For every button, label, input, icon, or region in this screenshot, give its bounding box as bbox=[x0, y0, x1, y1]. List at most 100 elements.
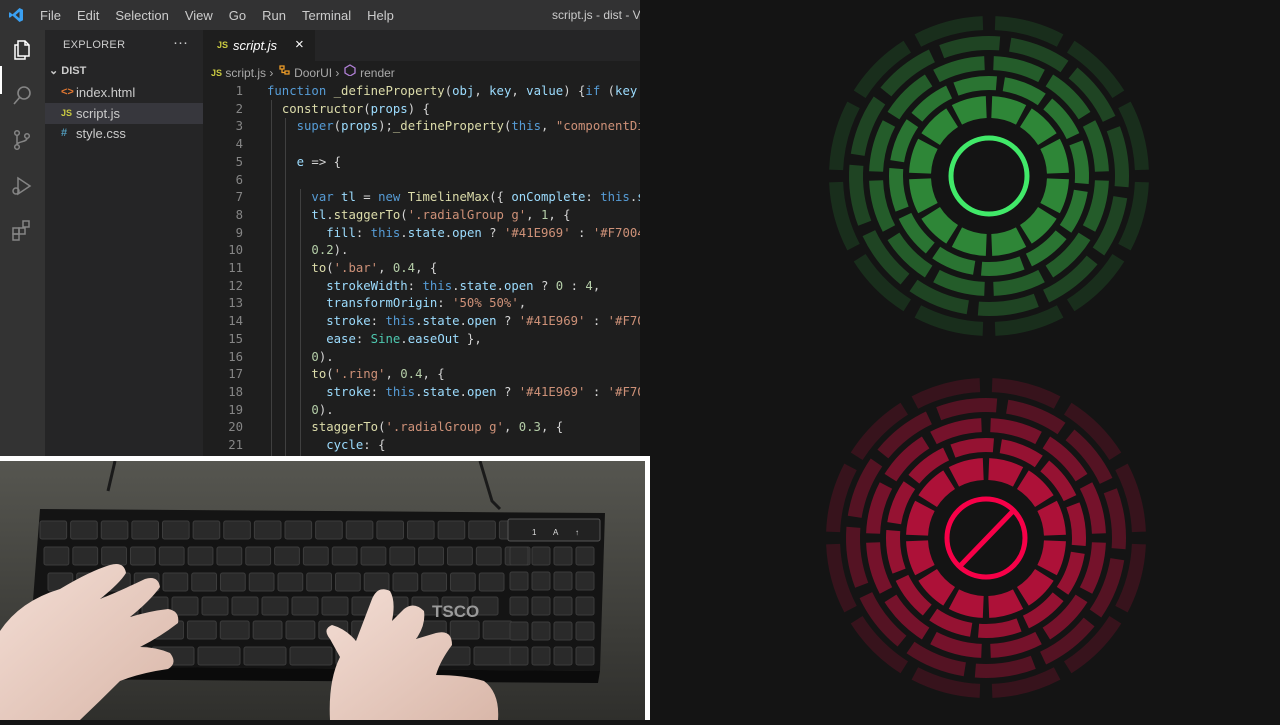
editor-area: JS script.js × JS script.js › DoorUI › r… bbox=[203, 30, 640, 456]
code-text: stroke: this.state.open ? '#41E969' : '#… bbox=[326, 314, 640, 329]
file-style-css[interactable]: # style.css bbox=[45, 123, 203, 144]
code-text: stroke: this.state.open ? '#41E969' : '#… bbox=[326, 384, 640, 399]
keyboard-key bbox=[43, 546, 70, 566]
code-text: strokeWidth: this.state.open ? 0 : 4, bbox=[326, 278, 601, 293]
menu-selection[interactable]: Selection bbox=[115, 8, 168, 23]
radial-segment bbox=[988, 458, 1024, 487]
keyboard-key bbox=[253, 520, 282, 540]
keyboard-key bbox=[363, 572, 390, 592]
line-number: 2 bbox=[235, 101, 243, 116]
keyboard-key bbox=[468, 520, 496, 540]
line-number: 10 bbox=[228, 243, 243, 258]
keyboard-key bbox=[345, 520, 374, 540]
code-text: e => { bbox=[296, 154, 342, 169]
menu-file[interactable]: File bbox=[40, 8, 61, 23]
radial-segment bbox=[886, 530, 906, 574]
line-number: 16 bbox=[228, 349, 243, 364]
keyboard-key bbox=[482, 620, 513, 640]
file-index-html[interactable]: <> index.html bbox=[45, 82, 203, 103]
breadcrumb-method[interactable]: render bbox=[360, 66, 395, 80]
code-text: fill: this.state.open ? '#41E969' : '#F7… bbox=[326, 225, 640, 240]
keyboard-key bbox=[421, 572, 447, 592]
keyboard-key bbox=[216, 546, 243, 566]
radial-segment bbox=[849, 164, 872, 226]
keyboard-key bbox=[418, 546, 445, 566]
class-icon bbox=[279, 65, 290, 75]
code-text: cycle: { bbox=[326, 438, 386, 452]
radial-segment bbox=[1079, 542, 1106, 594]
explorer-icon[interactable] bbox=[10, 38, 34, 62]
menu-edit[interactable]: Edit bbox=[77, 8, 99, 23]
radial-segment bbox=[866, 482, 893, 534]
keyboard-key bbox=[131, 520, 159, 540]
source-control-icon[interactable] bbox=[10, 128, 34, 152]
close-icon[interactable]: × bbox=[295, 36, 304, 53]
keyboard-key bbox=[252, 620, 283, 640]
code-text: constructor(props) { bbox=[281, 101, 430, 116]
radial-segment bbox=[906, 540, 935, 576]
line-number: 13 bbox=[228, 296, 243, 311]
breadcrumb-class[interactable]: DoorUI bbox=[294, 66, 332, 80]
radial-segment bbox=[988, 589, 1024, 618]
keyboard-key bbox=[101, 546, 127, 566]
breadcrumb-file[interactable]: script.js bbox=[225, 66, 266, 80]
keyboard-key bbox=[449, 620, 480, 640]
tab-script-js[interactable]: JS script.js × bbox=[203, 30, 315, 61]
radial-segment bbox=[993, 56, 1045, 83]
radial-segment bbox=[1069, 140, 1089, 184]
more-actions-icon[interactable]: ··· bbox=[173, 34, 188, 51]
keyboard-key bbox=[392, 572, 419, 592]
keyboard-key bbox=[575, 546, 595, 566]
menu-view[interactable]: View bbox=[185, 8, 213, 23]
radial-segment bbox=[948, 589, 984, 618]
menu-help[interactable]: Help bbox=[367, 8, 394, 23]
menu-bar: File Edit Selection View Go Run Terminal… bbox=[40, 0, 410, 30]
circle-open-icon[interactable] bbox=[948, 135, 1030, 217]
keyboard-key bbox=[509, 546, 529, 566]
code-line: 8 tl.staggerTo('.radialGroup g', 1, { bbox=[203, 207, 640, 225]
radial-segment bbox=[869, 120, 896, 172]
file-script-js[interactable]: JS script.js bbox=[45, 103, 203, 124]
radial-segment bbox=[950, 438, 994, 458]
radial-segment bbox=[930, 631, 982, 658]
radial-segment bbox=[1037, 500, 1066, 536]
prohibited-icon[interactable] bbox=[944, 496, 1028, 580]
radial-segment bbox=[889, 168, 909, 212]
keyboard-key bbox=[509, 596, 529, 616]
keyboard-key bbox=[553, 596, 573, 616]
keyboard-key bbox=[553, 546, 573, 566]
run-debug-icon[interactable] bbox=[10, 174, 34, 198]
extensions-icon[interactable] bbox=[10, 218, 34, 242]
keyboard-key bbox=[389, 546, 416, 566]
keyboard-key bbox=[192, 520, 221, 540]
menu-go[interactable]: Go bbox=[229, 8, 246, 23]
keyboard-key bbox=[376, 520, 404, 540]
keyboard-key bbox=[531, 546, 551, 566]
code-editor[interactable]: 1 function _defineProperty(obj, key, valu… bbox=[203, 82, 640, 456]
file-label: style.css bbox=[76, 126, 126, 141]
code-text: 0.2). bbox=[311, 243, 349, 258]
code-text: tl.staggerTo('.radialGroup g', 1, { bbox=[311, 207, 571, 222]
menu-terminal[interactable]: Terminal bbox=[302, 8, 351, 23]
line-number: 9 bbox=[235, 225, 243, 240]
search-icon[interactable] bbox=[10, 84, 34, 108]
line-number: 15 bbox=[228, 331, 243, 346]
menu-run[interactable]: Run bbox=[262, 8, 286, 23]
code-line: 17 to('.ring', 0.4, { bbox=[203, 366, 640, 384]
keyboard-key bbox=[187, 546, 214, 566]
keyboard-key bbox=[447, 546, 473, 566]
keyboard-key bbox=[201, 596, 229, 616]
code-line: 5 e => { bbox=[203, 154, 640, 172]
code-text: 0). bbox=[311, 402, 334, 417]
code-line: 21 cycle: { bbox=[203, 437, 640, 455]
radial-segment bbox=[1103, 488, 1126, 550]
keyboard-key bbox=[261, 596, 289, 616]
radial-segment bbox=[846, 526, 869, 588]
folder-dist[interactable]: ⌄ DIST bbox=[49, 64, 86, 77]
js-file-icon: JS bbox=[217, 40, 229, 50]
tab-bar: JS script.js × bbox=[203, 30, 640, 61]
line-number: 8 bbox=[235, 207, 243, 222]
line-number: 4 bbox=[235, 137, 243, 152]
keyboard-key bbox=[245, 546, 272, 566]
activity-bar bbox=[0, 30, 45, 456]
